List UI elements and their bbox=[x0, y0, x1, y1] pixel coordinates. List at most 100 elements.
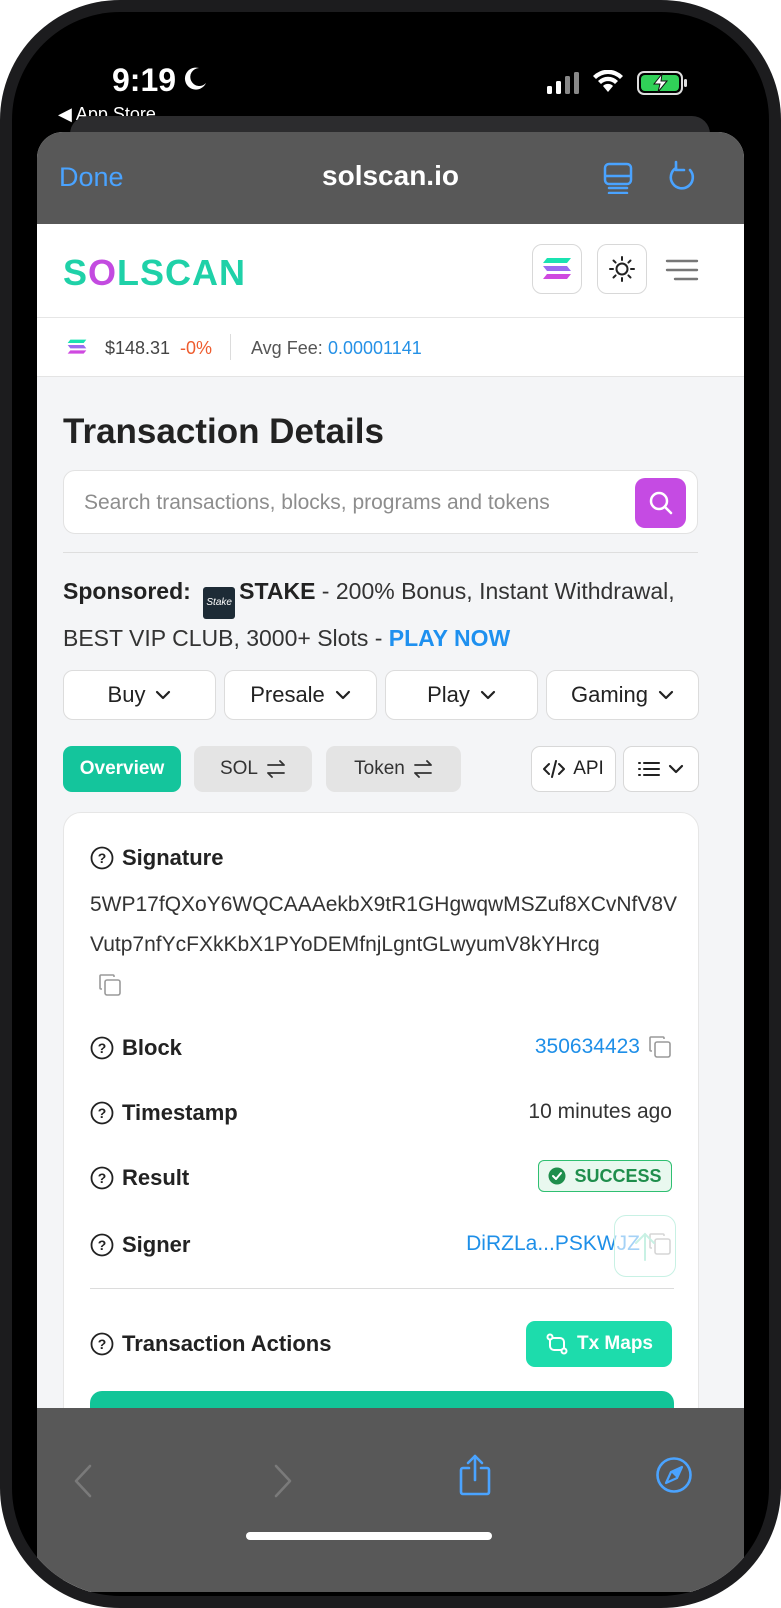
theme-toggle-button[interactable] bbox=[597, 244, 647, 294]
chevron-down-icon bbox=[480, 690, 495, 700]
buy-dropdown-label: Buy bbox=[107, 682, 146, 707]
tab-overview[interactable]: Overview bbox=[63, 746, 181, 792]
search-button[interactable] bbox=[635, 478, 686, 528]
stats-divider bbox=[230, 334, 231, 360]
search-bar bbox=[63, 470, 698, 534]
logo-text-start: S bbox=[63, 252, 89, 293]
timestamp-value: 10 minutes ago bbox=[528, 1100, 672, 1123]
result-label: Result bbox=[122, 1165, 190, 1190]
search-input[interactable] bbox=[82, 485, 606, 521]
presale-dropdown[interactable]: Presale bbox=[224, 670, 377, 720]
sun-icon bbox=[609, 256, 635, 282]
svg-text:?: ? bbox=[98, 1105, 107, 1121]
help-icon[interactable]: ? bbox=[90, 846, 114, 870]
arrow-up-icon bbox=[635, 1232, 655, 1261]
home-indicator[interactable] bbox=[246, 1532, 492, 1540]
reader-view-icon[interactable] bbox=[603, 162, 633, 194]
status-time: 9:19 bbox=[112, 62, 177, 98]
stake-logo: Stake bbox=[203, 587, 236, 619]
sponsor-brand: STAKE bbox=[239, 578, 316, 604]
tab-sol-label: SOL bbox=[219, 758, 259, 779]
avg-fee-value: 0.00001141 bbox=[328, 338, 422, 358]
compass-icon[interactable] bbox=[655, 1456, 693, 1494]
buy-dropdown[interactable]: Buy bbox=[63, 670, 216, 720]
reload-icon[interactable] bbox=[667, 160, 697, 194]
svg-text:?: ? bbox=[98, 1237, 107, 1253]
block-link[interactable]: 350634423 bbox=[535, 1035, 640, 1059]
browser-toolbar-bottom bbox=[37, 1408, 744, 1592]
copy-icon[interactable] bbox=[98, 973, 122, 997]
tx-maps-label: Tx Maps bbox=[576, 1333, 654, 1354]
signature-label: Signature bbox=[122, 845, 224, 870]
route-icon bbox=[546, 1333, 568, 1355]
logo-text-end: LSCAN bbox=[117, 252, 247, 293]
scroll-to-top-button[interactable] bbox=[614, 1215, 676, 1277]
tab-token-label: Token bbox=[354, 758, 405, 779]
list-icon bbox=[638, 762, 660, 776]
sponsored-banner[interactable]: Sponsored: Stake STAKE - 200% Bonus, Inst… bbox=[63, 572, 703, 658]
wifi-icon bbox=[593, 70, 623, 92]
api-label: API bbox=[573, 758, 604, 779]
signature-value: 5WP17fQXoY6WQCAAAekbX9tR1GHgwqwMSZuf8XCv… bbox=[90, 893, 678, 956]
chevron-down-icon bbox=[658, 690, 674, 700]
solscan-header: SOLSCAN bbox=[37, 224, 744, 318]
block-label: Block bbox=[122, 1035, 182, 1060]
status-badge: SUCCESS bbox=[538, 1160, 672, 1192]
divider bbox=[63, 552, 698, 553]
copy-icon[interactable] bbox=[648, 1035, 672, 1059]
network-switch-button[interactable] bbox=[532, 244, 582, 294]
page-title: Transaction Details bbox=[63, 412, 384, 451]
gaming-dropdown-label: Gaming bbox=[570, 682, 649, 707]
solana-icon bbox=[543, 258, 571, 279]
tab-token-balance[interactable]: Token bbox=[326, 746, 461, 792]
divider bbox=[90, 1288, 674, 1289]
block-value: 350634423 bbox=[534, 1035, 640, 1058]
tx-maps-button[interactable]: Tx Maps bbox=[526, 1321, 672, 1367]
transaction-actions-label: Transaction Actions bbox=[122, 1331, 332, 1356]
forward-arrow-icon[interactable] bbox=[273, 1464, 293, 1498]
back-arrow-icon[interactable] bbox=[73, 1464, 93, 1498]
hamburger-menu-icon[interactable] bbox=[665, 258, 699, 282]
solana-icon bbox=[67, 339, 87, 354]
play-now-link[interactable]: PLAY NOW bbox=[389, 625, 510, 651]
chevron-down-icon bbox=[668, 764, 684, 774]
presale-dropdown-label: Presale bbox=[250, 682, 325, 707]
svg-text:?: ? bbox=[98, 850, 107, 866]
api-button[interactable]: API bbox=[531, 746, 616, 792]
battery-charging-icon bbox=[637, 71, 687, 95]
phone-frame: 9:19 ◀ App Store Done solscan.io SOLSCAN… bbox=[0, 0, 781, 1608]
help-icon[interactable]: ? bbox=[90, 1332, 114, 1356]
share-icon[interactable] bbox=[457, 1454, 493, 1496]
cellular-signal-icon bbox=[547, 72, 579, 94]
sol-price-change: -0% bbox=[180, 338, 213, 358]
sponsored-label: Sponsored: bbox=[63, 578, 191, 604]
help-icon[interactable]: ? bbox=[90, 1233, 114, 1257]
network-stats-bar: $148.31 -0% Avg Fee: 0.00001141 bbox=[37, 318, 744, 377]
check-circle-icon bbox=[548, 1167, 566, 1185]
signer-label: Signer bbox=[122, 1232, 191, 1257]
help-icon[interactable]: ? bbox=[90, 1101, 114, 1125]
swap-arrows-icon bbox=[267, 760, 285, 778]
help-icon[interactable]: ? bbox=[90, 1036, 114, 1060]
svg-text:?: ? bbox=[98, 1040, 107, 1056]
code-icon bbox=[543, 760, 566, 778]
svg-text:?: ? bbox=[98, 1336, 107, 1352]
play-dropdown-label: Play bbox=[427, 682, 470, 707]
svg-text:?: ? bbox=[98, 1170, 107, 1186]
moon-icon bbox=[184, 67, 206, 90]
logo-text-o: O bbox=[88, 252, 118, 293]
view-options-dropdown[interactable] bbox=[623, 746, 699, 792]
tab-sol-balance[interactable]: SOL bbox=[194, 746, 312, 792]
solscan-logo[interactable]: SOLSCAN bbox=[63, 252, 246, 294]
search-icon bbox=[649, 491, 672, 515]
play-dropdown[interactable]: Play bbox=[385, 670, 538, 720]
chevron-down-icon bbox=[156, 690, 171, 700]
timestamp-label: Timestamp bbox=[122, 1100, 238, 1125]
page-domain: solscan.io bbox=[322, 160, 459, 191]
safari-view-sheet: Done solscan.io SOLSCAN $148.31 -0% Avg … bbox=[37, 132, 744, 1592]
sol-price: $148.31 bbox=[105, 338, 171, 358]
result-value: SUCCESS bbox=[574, 1165, 662, 1186]
browser-toolbar-top: Done solscan.io bbox=[37, 132, 744, 224]
gaming-dropdown[interactable]: Gaming bbox=[546, 670, 699, 720]
help-icon[interactable]: ? bbox=[90, 1166, 114, 1190]
